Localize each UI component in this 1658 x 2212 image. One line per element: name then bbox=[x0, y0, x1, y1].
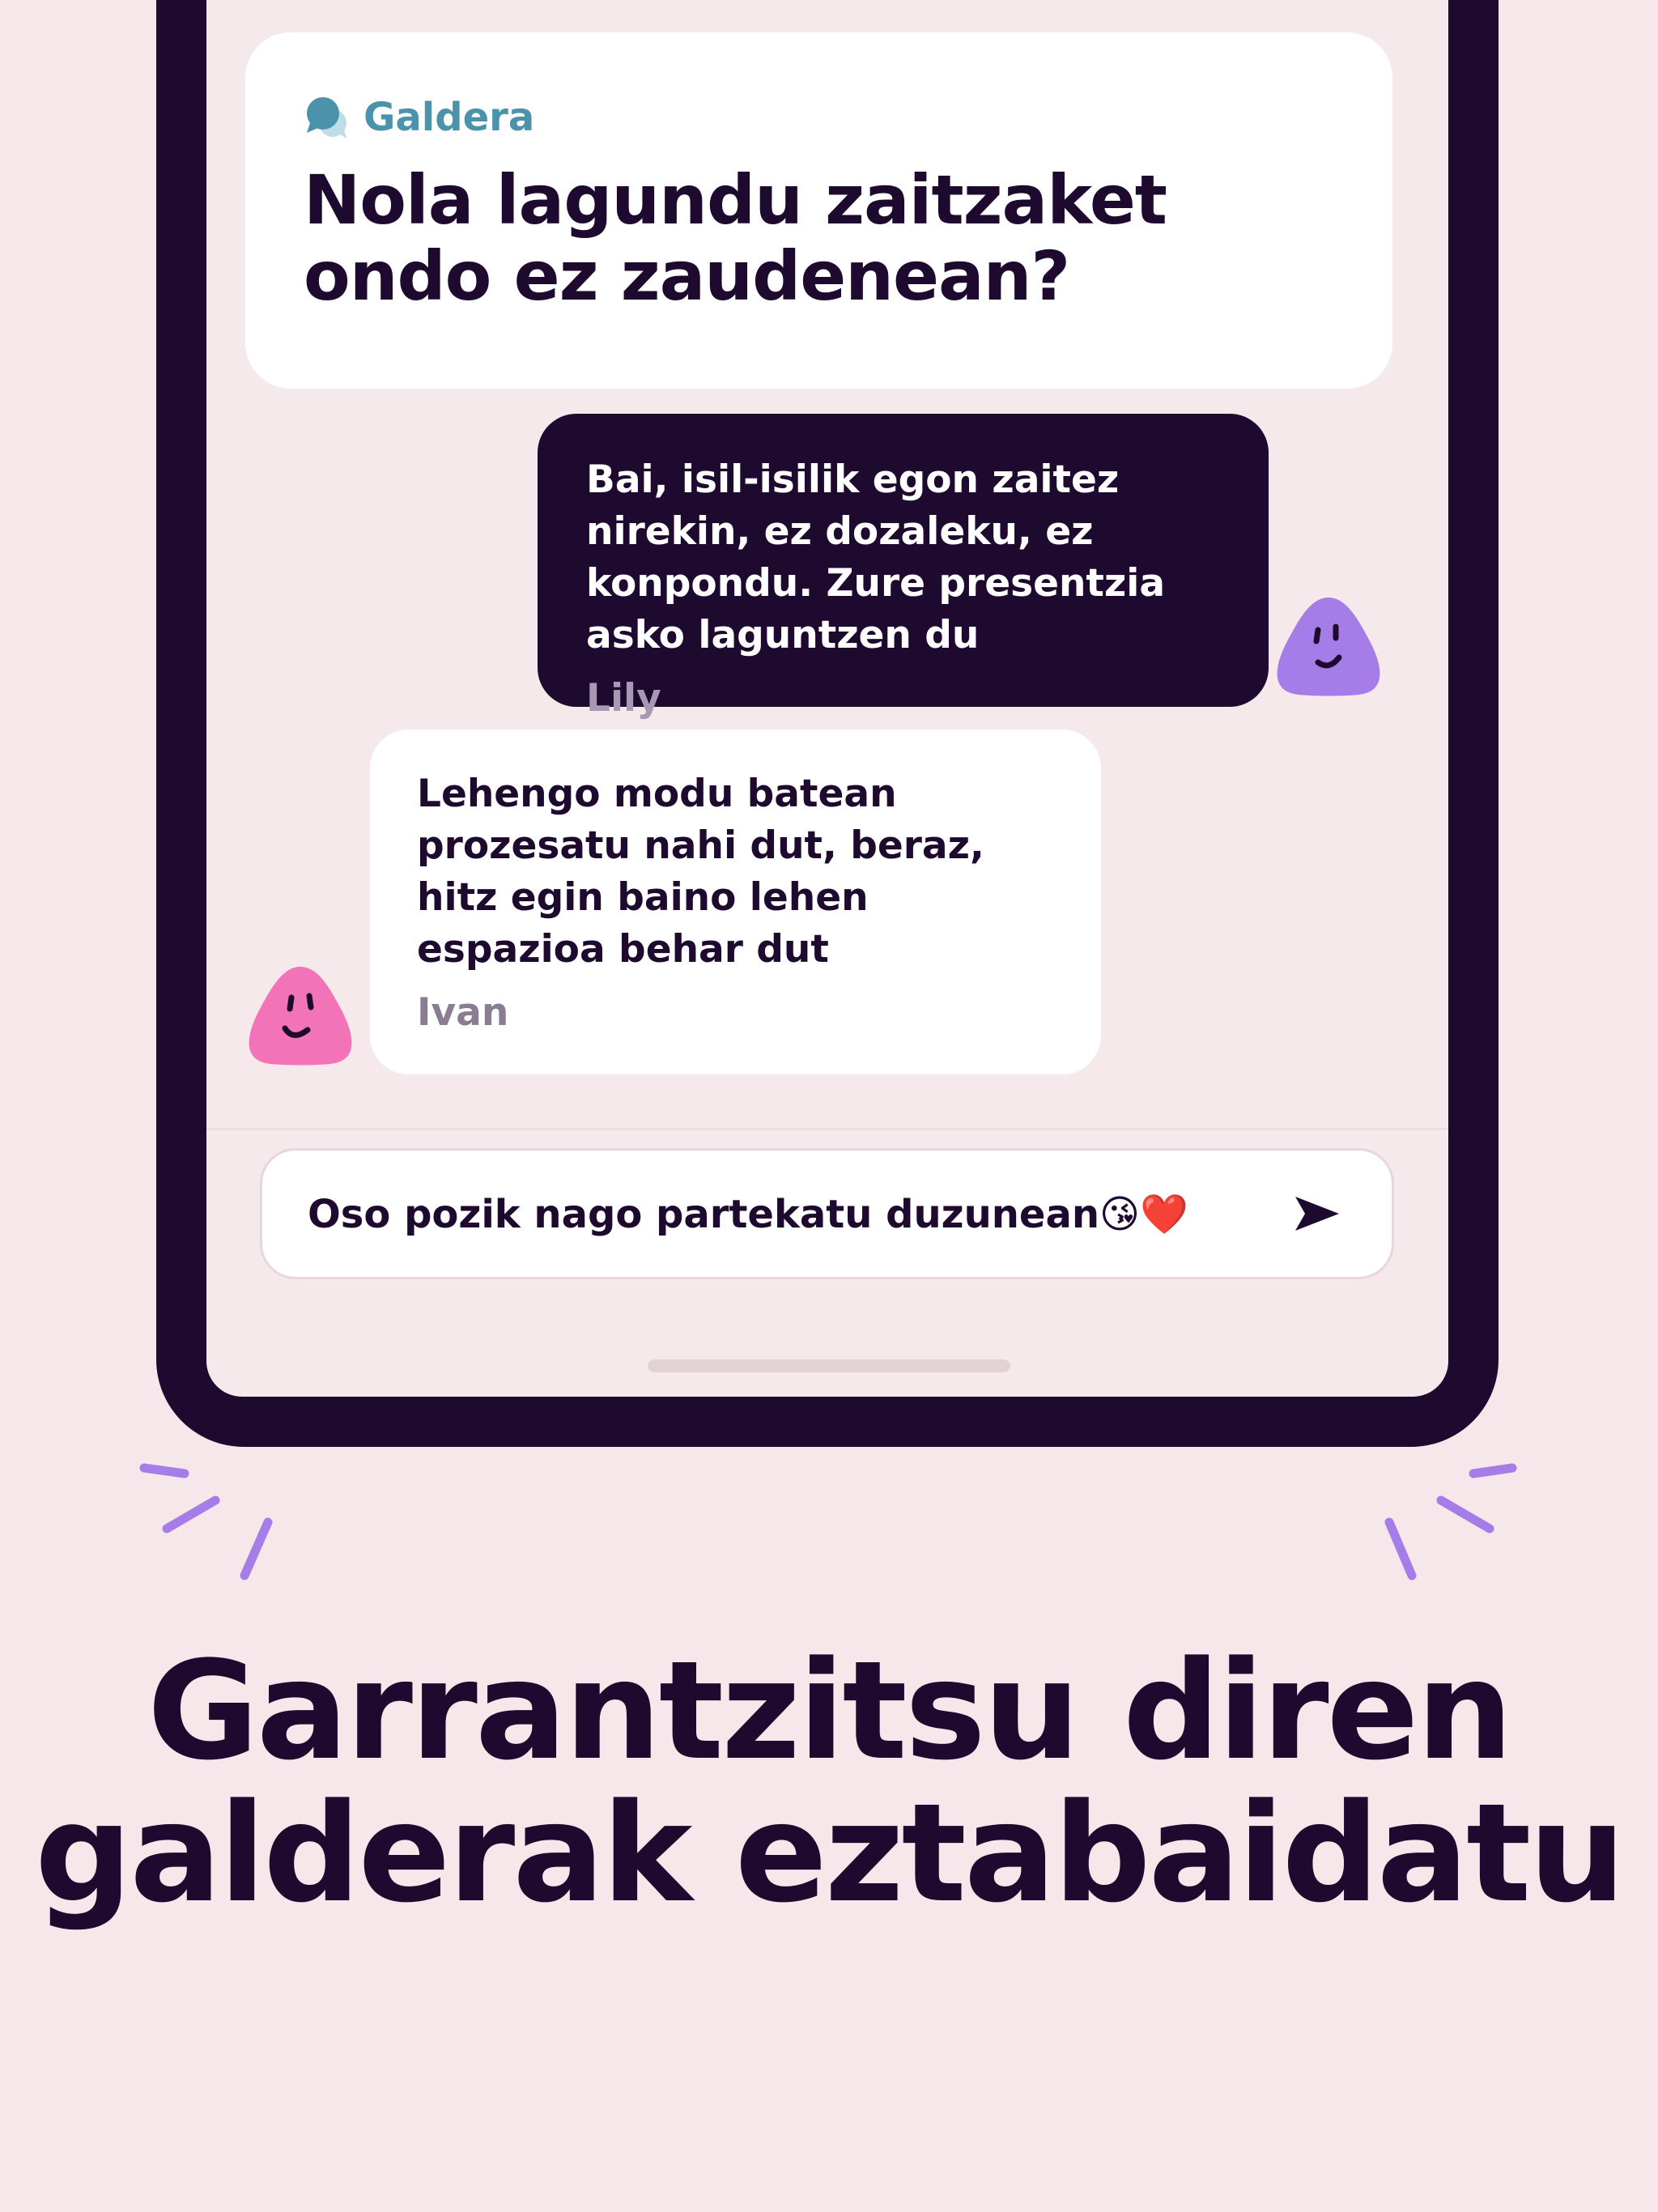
question-tag-label: Galdera bbox=[363, 95, 535, 140]
message-input[interactable] bbox=[308, 1191, 1291, 1236]
message-bubble-ivan: Lehengo modu batean prozesatu nahi dut, … bbox=[370, 730, 1101, 1074]
phone-screen: Galdera Nola lagundu zaitzaket ondo ez z… bbox=[206, 0, 1448, 1397]
send-arrow-icon bbox=[1295, 1197, 1339, 1231]
avatar-ivan-icon bbox=[249, 967, 352, 1066]
speech-bubbles-icon bbox=[307, 97, 346, 138]
message-author: Ivan bbox=[417, 990, 509, 1035]
message-bubble-lily: Bai, isil-isilik egon zaitez nirekin, ez… bbox=[538, 414, 1269, 721]
question-card: Galdera Nola lagundu zaitzaket ondo ez z… bbox=[245, 32, 1392, 389]
sparkle-decoration-icon bbox=[139, 1463, 1517, 1580]
headline: Garrantzitsu diren galderak eztabaidatu bbox=[35, 1631, 1626, 1933]
message-author: Lily bbox=[586, 676, 661, 721]
message-composer bbox=[260, 1148, 1394, 1279]
question-title: Nola lagundu zaitzaket ondo ez zaudenean… bbox=[304, 160, 1167, 316]
composer-divider bbox=[206, 1128, 1448, 1130]
message-text: Lehengo modu batean prozesatu nahi dut, … bbox=[417, 772, 984, 972]
avatar-lily-icon bbox=[1277, 598, 1380, 696]
message-text: Bai, isil-isilik egon zaitez nirekin, ez… bbox=[586, 457, 1166, 657]
question-tag: Galdera bbox=[304, 91, 1336, 144]
phone-frame: Galdera Nola lagundu zaitzaket ondo ez z… bbox=[156, 0, 1499, 1447]
send-button[interactable] bbox=[1291, 1188, 1343, 1240]
home-indicator[interactable] bbox=[648, 1359, 1010, 1372]
